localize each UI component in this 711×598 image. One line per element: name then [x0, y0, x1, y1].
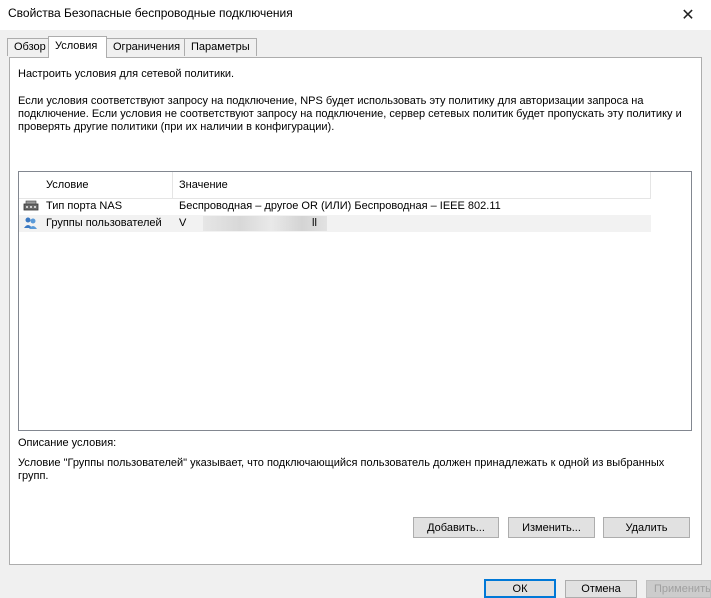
condition-name: Группы пользователей: [46, 217, 162, 229]
tab-conditions[interactable]: Условия: [48, 36, 107, 58]
list-item[interactable]: Группы пользователей V ll: [19, 215, 651, 232]
list-item[interactable]: Тип порта NAS Беспроводная – другое OR (…: [19, 198, 651, 215]
column-separator[interactable]: [172, 172, 173, 198]
condition-value-suffix: ll: [312, 217, 317, 229]
info-text-line1: Если условия соответствуют запросу на по…: [18, 95, 644, 107]
tab-overview[interactable]: Обзор: [7, 38, 53, 56]
conditions-list[interactable]: Условие Значение Тип порта NAS Беспровод…: [18, 171, 692, 431]
conditions-heading: Настроить условия для сетевой политики.: [18, 68, 235, 80]
close-icon[interactable]: ✕: [665, 0, 711, 30]
window-title: Свойства Безопасные беспроводные подключ…: [8, 6, 293, 20]
list-header: Условие Значение: [19, 172, 651, 199]
title-bar: Свойства Безопасные беспроводные подключ…: [0, 0, 711, 30]
redacted-value-blur: [203, 216, 327, 231]
edit-button[interactable]: Изменить...: [508, 517, 595, 538]
condition-value: Беспроводная – другое OR (ИЛИ) Беспровод…: [179, 200, 501, 212]
apply-button[interactable]: Применить: [646, 580, 711, 598]
column-header-value[interactable]: Значение: [179, 179, 228, 192]
user-group-icon: [24, 217, 37, 229]
info-text-line3: проверять другие политики (при их наличи…: [18, 121, 335, 133]
tab-settings[interactable]: Параметры: [184, 38, 257, 56]
cancel-button[interactable]: Отмена: [565, 580, 637, 598]
description-text-line2: групп.: [18, 470, 49, 482]
tab-constraints[interactable]: Ограничения: [106, 38, 188, 56]
ok-button[interactable]: ОК: [484, 579, 556, 598]
condition-value-prefix: V: [179, 217, 187, 229]
info-text-line2: подключение. Если условия не соответству…: [18, 108, 682, 120]
condition-name: Тип порта NAS: [46, 200, 123, 212]
description-text-line1: Условие "Группы пользователей" указывает…: [18, 457, 665, 469]
remove-button[interactable]: Удалить: [603, 517, 690, 538]
column-separator[interactable]: [650, 172, 651, 198]
column-header-condition[interactable]: Условие: [46, 179, 89, 192]
description-label: Описание условия:: [18, 437, 117, 449]
network-port-icon: [23, 200, 39, 211]
add-button[interactable]: Добавить...: [413, 517, 499, 538]
